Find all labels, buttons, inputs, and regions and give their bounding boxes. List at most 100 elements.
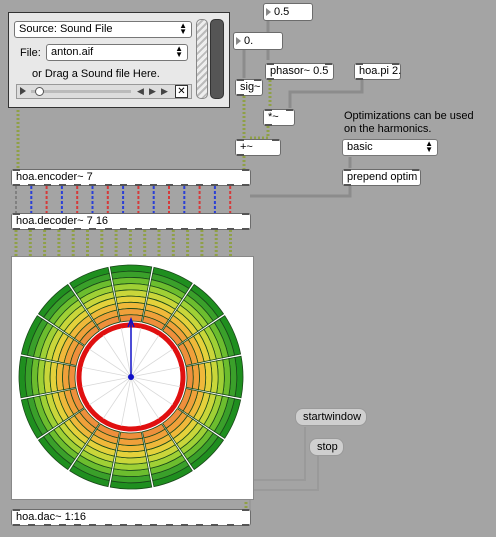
port[interactable]	[13, 213, 20, 215]
port[interactable]	[58, 524, 66, 526]
transport-bar[interactable]: ◀ ▶ ▶ ✕	[16, 84, 192, 99]
optim-menu[interactable]: basic ▲ ▼	[342, 139, 438, 156]
port[interactable]	[272, 139, 279, 141]
port[interactable]	[237, 79, 244, 81]
port[interactable]	[356, 78, 363, 80]
port[interactable]	[180, 184, 188, 186]
port[interactable]	[119, 228, 127, 230]
port[interactable]	[104, 184, 112, 186]
step-icon[interactable]: ▶	[149, 86, 156, 97]
port[interactable]	[226, 524, 234, 526]
port[interactable]	[211, 184, 219, 186]
port[interactable]	[196, 228, 204, 230]
prepend-object[interactable]: prepend optim	[342, 169, 421, 186]
port[interactable]	[267, 78, 274, 80]
port[interactable]	[43, 228, 51, 230]
port[interactable]	[89, 228, 97, 230]
optim-menu-value: basic	[347, 141, 373, 153]
port[interactable]	[344, 184, 351, 186]
port[interactable]	[242, 228, 249, 230]
port[interactable]	[119, 184, 127, 186]
port[interactable]	[237, 139, 244, 141]
updown-arrows-icon: ▲ ▼	[425, 139, 433, 154]
port[interactable]	[135, 228, 143, 230]
port[interactable]	[165, 228, 173, 230]
port[interactable]	[13, 169, 20, 171]
port[interactable]	[119, 524, 127, 526]
port[interactable]	[135, 184, 143, 186]
meter-graphic	[18, 264, 244, 490]
port[interactable]	[13, 509, 20, 511]
port[interactable]	[226, 228, 234, 230]
port[interactable]	[13, 228, 20, 230]
object-label: prepend optim	[347, 171, 418, 183]
port[interactable]	[135, 524, 143, 526]
port[interactable]	[211, 228, 219, 230]
port[interactable]	[242, 524, 249, 526]
port[interactable]	[180, 524, 188, 526]
port[interactable]	[74, 524, 82, 526]
port[interactable]	[180, 228, 188, 230]
port[interactable]	[196, 524, 204, 526]
port[interactable]	[242, 509, 249, 511]
port[interactable]	[237, 154, 244, 156]
port[interactable]	[242, 213, 249, 215]
port[interactable]	[58, 228, 66, 230]
port[interactable]	[43, 184, 51, 186]
port[interactable]	[89, 184, 97, 186]
port[interactable]	[13, 524, 20, 526]
object-label: +~	[240, 141, 253, 153]
port[interactable]	[150, 524, 158, 526]
port[interactable]	[165, 184, 173, 186]
close-icon[interactable]: ✕	[175, 85, 188, 98]
port[interactable]	[265, 109, 272, 111]
port[interactable]	[412, 169, 419, 171]
source-select[interactable]: Source: Sound File ▲ ▼	[14, 21, 192, 38]
port[interactable]	[226, 184, 234, 186]
port[interactable]	[43, 524, 51, 526]
port[interactable]	[237, 94, 244, 96]
position-slider[interactable]	[31, 90, 131, 93]
file-label: File:	[20, 47, 41, 59]
port[interactable]	[150, 184, 158, 186]
port[interactable]	[344, 169, 351, 171]
message-label: stop	[317, 441, 338, 453]
meter-led	[119, 431, 143, 440]
port[interactable]	[13, 184, 20, 186]
number-box-top[interactable]: 0.5	[263, 3, 313, 21]
object-label: hoa.dac~ 1:16	[16, 511, 87, 523]
port[interactable]	[165, 524, 173, 526]
port[interactable]	[267, 63, 274, 65]
rewind-icon[interactable]: ◀	[137, 86, 144, 97]
phasor-object[interactable]: phasor~ 0.5	[265, 63, 334, 80]
drag-hint: or Drag a Sound file Here.	[32, 68, 160, 80]
hoa-meter[interactable]	[11, 256, 254, 500]
port[interactable]	[150, 228, 158, 230]
port[interactable]	[356, 63, 363, 65]
port[interactable]	[28, 524, 36, 526]
number-box-phase[interactable]: 0.	[233, 32, 283, 50]
port[interactable]	[28, 228, 36, 230]
port[interactable]	[254, 79, 261, 81]
port[interactable]	[286, 109, 293, 111]
port[interactable]	[74, 228, 82, 230]
port[interactable]	[242, 169, 249, 171]
startwindow-message[interactable]: startwindow	[295, 408, 367, 426]
port[interactable]	[325, 63, 332, 65]
port[interactable]	[89, 524, 97, 526]
port[interactable]	[58, 184, 66, 186]
play-icon[interactable]	[20, 87, 26, 95]
port[interactable]	[74, 184, 82, 186]
port[interactable]	[242, 184, 249, 186]
port[interactable]	[392, 63, 399, 65]
file-select-value: anton.aif	[51, 46, 94, 58]
port[interactable]	[104, 524, 112, 526]
file-select[interactable]: anton.aif ▲ ▼	[46, 44, 188, 61]
port[interactable]	[211, 524, 219, 526]
forward-icon[interactable]: ▶	[161, 86, 168, 97]
port[interactable]	[265, 124, 272, 126]
port[interactable]	[196, 184, 204, 186]
port[interactable]	[104, 228, 112, 230]
stop-message[interactable]: stop	[309, 438, 344, 456]
port[interactable]	[28, 184, 36, 186]
